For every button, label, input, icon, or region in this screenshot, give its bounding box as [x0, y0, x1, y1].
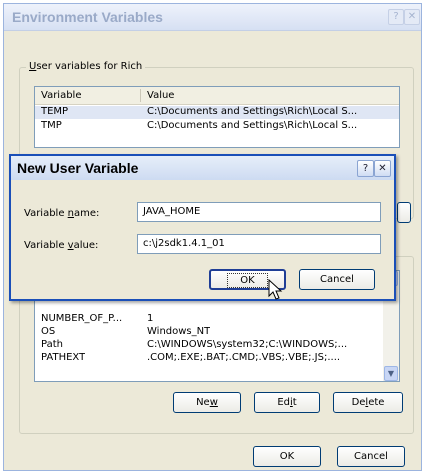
edit-button[interactable]: Edit — [254, 392, 320, 413]
table-row[interactable]: TMP C:\Documents and Settings\Rich\Local… — [35, 120, 399, 133]
env-cancel-button[interactable]: Cancel — [337, 446, 405, 467]
variable-cell: TMP — [41, 120, 62, 131]
variable-name-label: Variable name: — [24, 208, 100, 219]
user-variables-list[interactable]: Variable Value TEMP C:\Documents and Set… — [34, 86, 400, 148]
value-cell: C:\Documents and Settings\Rich\Local S..… — [147, 106, 358, 117]
column-header-value[interactable]: Value — [147, 90, 174, 101]
user-list-header: Variable Value — [35, 87, 399, 105]
nuv-help-button[interactable]: ? — [357, 160, 374, 177]
env-title-bar: Environment Variables ? ✕ — [4, 4, 421, 31]
column-header-variable[interactable]: Variable — [41, 90, 82, 101]
value-cell: Windows_NT — [147, 326, 211, 337]
variable-name-field[interactable]: JAVA_HOME — [137, 202, 381, 222]
value-cell: C:\WINDOWS\system32;C:\WINDOWS;... — [147, 339, 348, 350]
table-row[interactable]: PATHEXT .COM;.EXE;.BAT;.CMD;.VBS;.VBE;.J… — [35, 352, 399, 365]
variable-cell: TEMP — [41, 106, 69, 117]
nuv-title-bar: New User Variable ? ✕ — [11, 156, 394, 180]
new-button[interactable]: New — [173, 392, 241, 413]
variable-cell: Path — [41, 339, 63, 350]
value-cell: .COM;.EXE;.BAT;.CMD;.VBS;.VBE;.JS;.... — [147, 352, 341, 363]
mouse-pointer-icon — [268, 279, 283, 300]
env-close-button[interactable]: ✕ — [404, 9, 420, 25]
nuv-dialog-title: New User Variable — [17, 160, 139, 176]
env-dialog-title: Environment Variables — [12, 9, 163, 25]
table-row[interactable]: Path C:\WINDOWS\system32;C:\WINDOWS;... — [35, 339, 399, 352]
user-variables-label: ser variables for Rich — [36, 61, 143, 72]
variable-cell: NUMBER_OF_P... — [41, 313, 123, 324]
delete-button[interactable]: Delete — [333, 392, 403, 413]
table-row[interactable]: TEMP C:\Documents and Settings\Rich\Loca… — [35, 106, 399, 119]
nuv-close-button[interactable]: ✕ — [374, 160, 391, 177]
variable-cell: OS — [41, 326, 56, 337]
env-ok-button[interactable]: OK — [253, 446, 321, 467]
new-user-variable-dialog: New User Variable ? ✕ Variable name: JAV… — [9, 154, 396, 301]
variable-cell: PATHEXT — [41, 352, 86, 363]
variable-value-field[interactable]: c:\j2sdk1.4.1_01 — [137, 234, 381, 254]
nuv-cancel-button[interactable]: Cancel — [299, 269, 375, 290]
table-row[interactable]: OS Windows_NT — [35, 326, 399, 339]
value-cell: 1 — [147, 313, 154, 324]
env-help-button[interactable]: ? — [388, 9, 404, 25]
chevron-down-icon[interactable]: ▼ — [384, 366, 398, 381]
value-cell: C:\Documents and Settings\Rich\Local S..… — [147, 120, 358, 131]
variable-value-label: Variable value: — [24, 240, 99, 251]
table-row[interactable]: NUMBER_OF_P... 1 — [35, 313, 399, 326]
user-delete-button-partial[interactable] — [397, 202, 411, 223]
